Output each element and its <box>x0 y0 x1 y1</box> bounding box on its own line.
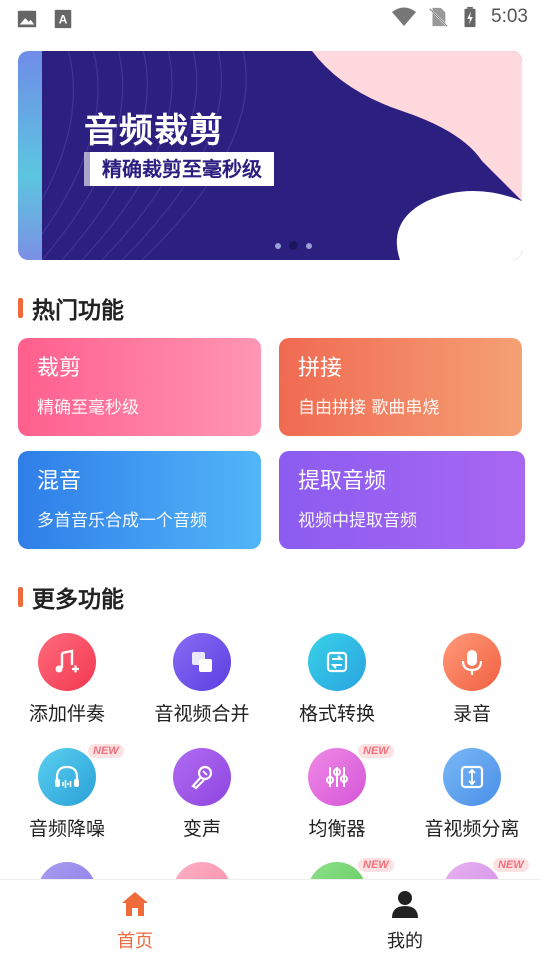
new-badge: NEW <box>88 744 124 758</box>
feature-label: 音视频合并 <box>154 703 250 725</box>
feature-label: 均衡器 <box>308 818 366 840</box>
bottom-nav: 首页 我的 <box>0 879 540 960</box>
cut-card[interactable]: 裁剪 精确至毫秒级 <box>18 338 261 436</box>
feature-label: 音视频分离 <box>424 818 520 840</box>
nav-mine-tab[interactable]: 我的 <box>355 888 455 953</box>
music-add-icon <box>38 633 96 691</box>
card-subtitle: 多首音乐合成一个音频 <box>37 511 207 531</box>
more-section-header: 更多功能 <box>18 580 124 614</box>
card-title: 提取音频 <box>298 469 387 494</box>
no-sim-icon <box>429 7 448 27</box>
battery-charging-icon <box>464 6 476 28</box>
pager-dot[interactable] <box>306 242 312 249</box>
section-title: 热门功能 <box>32 298 124 324</box>
extract-audio-card[interactable]: 提取音频 视频中提取音频 <box>279 451 525 549</box>
feature-label: 添加伴奏 <box>28 703 105 725</box>
convert-icon <box>308 633 366 691</box>
add-accompaniment-item[interactable]: 添加伴奏 <box>2 633 132 726</box>
voice-change-icon <box>173 748 231 806</box>
wifi-icon <box>392 7 417 26</box>
pager-dot-active[interactable] <box>289 241 298 250</box>
svg-text:A: A <box>59 13 68 27</box>
banner-previous-slide-edge[interactable] <box>18 51 42 260</box>
section-accent-bar <box>18 298 23 318</box>
banner-pager <box>275 241 312 250</box>
join-card[interactable]: 拼接 自由拼接 歌曲串烧 <box>279 338 522 436</box>
merge-icon <box>173 633 231 691</box>
person-icon <box>392 891 418 918</box>
mix-card[interactable]: 混音 多首音乐合成一个音频 <box>18 451 261 549</box>
banner-title: 音频裁剪 <box>84 111 224 151</box>
card-title: 裁剪 <box>37 356 82 381</box>
equalizer-item[interactable]: NEW 均衡器 <box>272 744 402 841</box>
voice-change-item[interactable]: 变声 <box>137 748 267 841</box>
record-item[interactable]: 录音 <box>407 633 537 726</box>
av-split-item[interactable]: 音视频分离 <box>407 748 537 841</box>
feature-label: 录音 <box>452 703 491 725</box>
new-badge: NEW <box>358 858 394 872</box>
headphones-icon: NEW <box>38 744 124 806</box>
card-title: 混音 <box>37 469 82 494</box>
card-subtitle: 自由拼接 歌曲串烧 <box>298 398 440 418</box>
new-badge: NEW <box>358 744 394 758</box>
keyboard-a-icon: A <box>54 9 72 29</box>
nav-home-tab[interactable]: 首页 <box>85 888 185 953</box>
image-icon <box>17 10 37 28</box>
split-icon <box>443 748 501 806</box>
card-subtitle: 精确至毫秒级 <box>37 398 139 418</box>
noise-reduction-item[interactable]: NEW 音频降噪 <box>2 744 132 841</box>
card-title: 拼接 <box>298 356 343 381</box>
equalizer-icon: NEW <box>308 744 394 806</box>
pager-dot[interactable] <box>275 242 281 249</box>
new-badge: NEW <box>493 858 529 872</box>
banner-subtitle: 精确裁剪至毫秒级 <box>90 152 274 186</box>
format-convert-item[interactable]: 格式转换 <box>272 633 402 726</box>
feature-label: 格式转换 <box>298 703 375 725</box>
status-time: 5:03 <box>491 6 528 27</box>
promo-banner[interactable]: 音频裁剪 精确裁剪至毫秒级 <box>18 51 522 260</box>
nav-label: 我的 <box>387 931 423 952</box>
section-title: 更多功能 <box>32 587 124 613</box>
microphone-icon <box>443 633 501 691</box>
feature-label: 变声 <box>182 818 221 840</box>
section-accent-bar <box>18 587 23 607</box>
banner-slide[interactable]: 音频裁剪 精确裁剪至毫秒级 <box>42 51 522 260</box>
hot-section-header: 热门功能 <box>18 291 124 325</box>
nav-label: 首页 <box>117 931 153 952</box>
av-merge-item[interactable]: 音视频合并 <box>137 633 267 726</box>
card-subtitle: 视频中提取音频 <box>298 511 417 531</box>
feature-label: 音频降噪 <box>28 818 105 840</box>
home-icon <box>122 892 148 916</box>
status-bar: A 5:03 <box>0 0 540 36</box>
